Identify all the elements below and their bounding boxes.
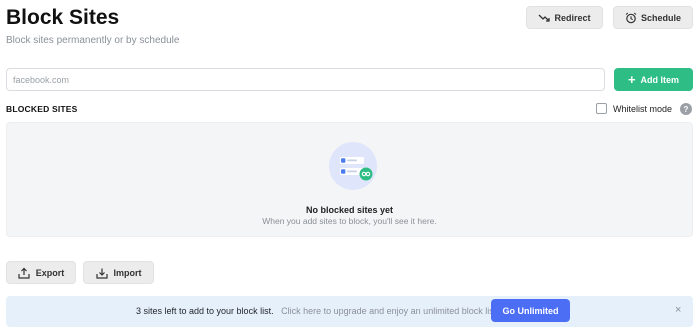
add-item-button[interactable]: + Add Item xyxy=(614,68,693,91)
upgrade-banner-text: 3 sites left to add to your block list. … xyxy=(136,306,499,316)
import-label: Import xyxy=(113,267,142,278)
add-item-label: Add Item xyxy=(640,74,680,85)
import-button[interactable]: Import xyxy=(83,261,154,284)
go-unlimited-button[interactable]: Go Unlimited xyxy=(491,299,570,322)
whitelist-toggle[interactable]: Whitelist mode xyxy=(596,103,672,114)
whitelist-checkbox[interactable] xyxy=(596,103,607,114)
page-subtitle: Block sites permanently or by schedule xyxy=(6,35,180,46)
redirect-button[interactable]: Redirect xyxy=(526,6,603,29)
whitelist-label: Whitelist mode xyxy=(613,103,673,114)
upgrade-banner[interactable]: 3 sites left to add to your block list. … xyxy=(6,296,693,327)
question-circle-icon[interactable]: ? xyxy=(680,103,692,115)
empty-state-panel: No blocked sites yet When you add sites … xyxy=(6,122,693,237)
schedule-label: Schedule xyxy=(640,12,681,23)
export-button[interactable]: Export xyxy=(6,261,76,284)
close-icon[interactable]: × xyxy=(675,304,681,316)
site-url-input[interactable] xyxy=(6,68,605,91)
download-icon xyxy=(95,268,108,279)
schedule-button[interactable]: Schedule xyxy=(613,6,693,29)
export-label: Export xyxy=(35,267,65,278)
redirect-arrow-icon xyxy=(539,14,551,22)
plus-icon: + xyxy=(627,72,636,87)
page-title: Block Sites xyxy=(6,6,120,29)
blocked-sites-heading: BLOCKED SITES xyxy=(6,104,78,114)
empty-state-subtitle: When you add sites to block, you'll see … xyxy=(262,216,437,226)
alarm-clock-icon xyxy=(625,12,637,23)
empty-list-illustration xyxy=(329,142,377,190)
empty-state-title: No blocked sites yet xyxy=(305,205,394,215)
sites-left-text: 3 sites left to add to your block list. xyxy=(136,306,274,316)
upload-icon xyxy=(18,267,30,279)
upgrade-link-text[interactable]: Click here to upgrade and enjoy an unlim… xyxy=(281,306,499,316)
redirect-label: Redirect xyxy=(554,12,591,23)
